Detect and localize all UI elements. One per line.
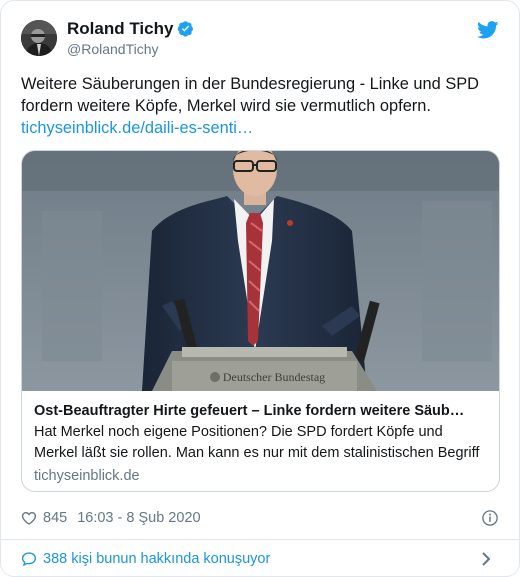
- embedded-tweet: Roland Tichy @RolandTichy Weitere Säuber…: [0, 0, 520, 577]
- tweet-link[interactable]: tichyseinblick.de/daili-es-senti…: [21, 119, 253, 137]
- tweet-body: Weitere Säuberungen in der Bundesregieru…: [21, 75, 480, 115]
- tweet-text: Weitere Säuberungen in der Bundesregieru…: [21, 73, 499, 139]
- tweet-meta: 845 16:03 - 8 Şub 2020: [21, 507, 499, 529]
- card-body: Ost-Beauftragter Hirte gefeuert – Linke …: [22, 391, 499, 491]
- link-card[interactable]: Deutscher Bundestag Ost-Beauftragter Hir…: [21, 150, 500, 492]
- author-names: Roland Tichy @RolandTichy: [67, 19, 194, 58]
- divider: [1, 539, 519, 540]
- speech-bubble-icon: [21, 552, 37, 567]
- lectern-label: Deutscher Bundestag: [223, 370, 325, 384]
- card-title: Ost-Beauftragter Hirte gefeuert – Linke …: [34, 403, 465, 419]
- timestamp[interactable]: 16:03 - 8 Şub 2020: [77, 510, 200, 526]
- card-description: Hat Merkel noch eigene Positionen? Die S…: [34, 424, 480, 461]
- card-domain: tichyseinblick.de: [34, 468, 140, 484]
- display-name-row: Roland Tichy: [67, 19, 194, 39]
- avatar[interactable]: [21, 20, 57, 56]
- handle[interactable]: @RolandTichy: [67, 40, 194, 58]
- info-icon[interactable]: [481, 509, 499, 527]
- conversation-text[interactable]: 388 kişi bunun hakkında konuşuyor: [43, 551, 270, 567]
- like-count[interactable]: 845: [43, 510, 67, 526]
- heart-icon[interactable]: [21, 510, 37, 526]
- conversation-link[interactable]: 388 kişi bunun hakkında konuşuyor: [21, 548, 499, 570]
- display-name[interactable]: Roland Tichy: [67, 19, 173, 39]
- twitter-bird-icon[interactable]: [477, 21, 499, 39]
- verified-badge-icon: [178, 21, 194, 37]
- tweet-header: Roland Tichy @RolandTichy: [21, 15, 499, 61]
- chevron-right-icon[interactable]: [479, 551, 493, 567]
- card-image: Deutscher Bundestag: [22, 151, 499, 391]
